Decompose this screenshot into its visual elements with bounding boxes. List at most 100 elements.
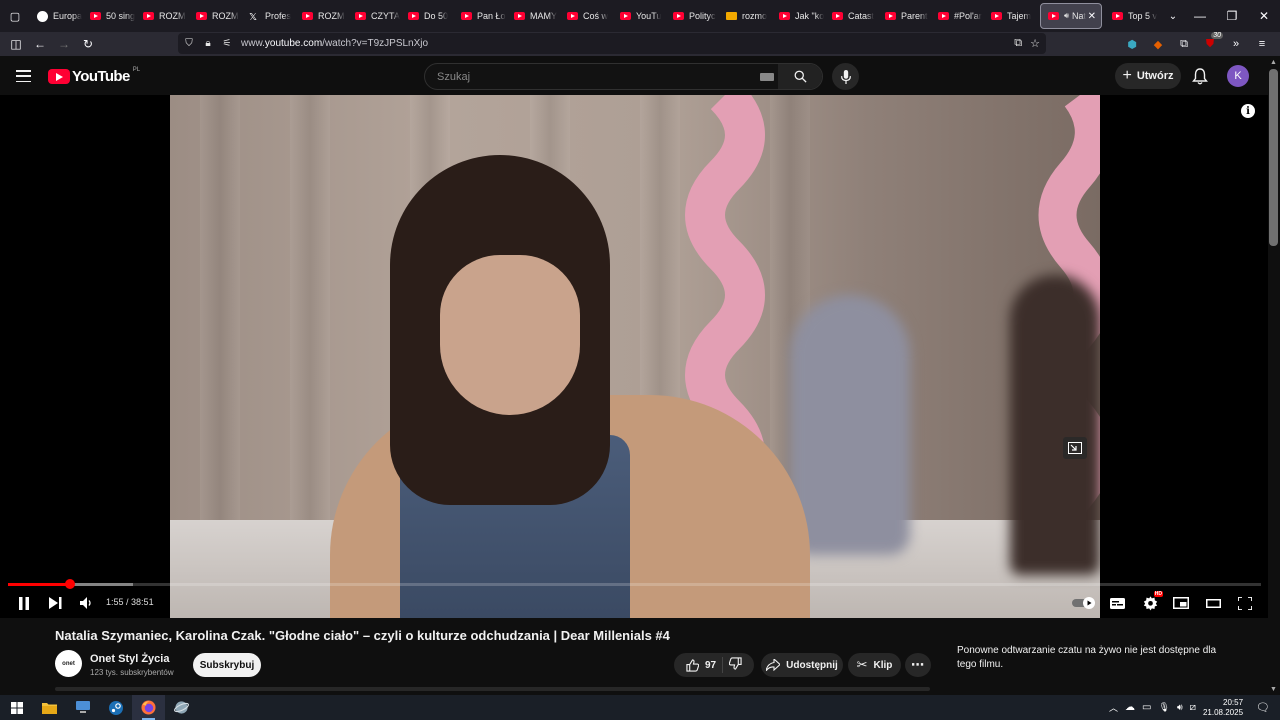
firefox-icon[interactable] <box>132 695 165 720</box>
url-bar[interactable]: ⛉ 🔒︎ ⚟ www.youtube.com/watch?v=T9zJPSLnX… <box>178 33 1046 54</box>
remote-desktop-monitor-icon[interactable] <box>66 695 99 720</box>
like-button[interactable]: 97 <box>686 658 716 672</box>
ublock-icon[interactable]: ⛊ 30 <box>1202 32 1223 52</box>
progress-bar[interactable] <box>8 579 1261 589</box>
speaker-volume-icon[interactable]: 🔊︎ <box>1177 702 1183 713</box>
tray-overflow-chevron-icon[interactable]: ︿ <box>1109 701 1118 714</box>
browser-tab[interactable]: ROZM <box>189 3 242 29</box>
browser-tab[interactable]: rozmo <box>719 3 772 29</box>
notifications-bell-icon[interactable] <box>1192 68 1208 90</box>
scrubber-knob[interactable] <box>64 579 75 589</box>
video-frame[interactable] <box>170 95 1100 618</box>
close-tab-icon[interactable]: ✕ <box>1088 11 1096 22</box>
search-input[interactable] <box>437 70 757 83</box>
browser-tab[interactable]: 𝕏 Profes <box>242 3 295 29</box>
scrollbar-thumb[interactable] <box>1269 69 1278 246</box>
url-text[interactable]: www.youtube.com/watch?v=T9zJPSLnXjo <box>241 38 428 49</box>
picture-in-picture-icon[interactable]: ⧉ <box>1014 37 1022 50</box>
fullscreen-button[interactable] <box>1235 590 1255 616</box>
speaker-face <box>440 255 580 415</box>
description-box-edge[interactable] <box>55 687 930 691</box>
app-menu-icon[interactable]: ≡ <box>1254 36 1270 52</box>
shield-icon[interactable]: ⛉ <box>181 38 197 49</box>
extra-app-icon[interactable] <box>165 695 198 720</box>
minimize-icon[interactable]: — <box>1184 0 1216 32</box>
guide-menu-icon[interactable] <box>16 70 31 82</box>
theater-icon <box>1205 598 1221 608</box>
browser-tab[interactable]: YouTu <box>613 3 666 29</box>
fox-extension-icon[interactable]: ◆ <box>1150 36 1166 52</box>
microphone-tray-icon[interactable]: 🎙︎ <box>1159 702 1170 713</box>
connect-display-icon[interactable]: ⧄ <box>1190 702 1196 713</box>
steam-icon[interactable] <box>99 695 132 720</box>
browser-tab[interactable]: Parent <box>878 3 931 29</box>
browser-tab[interactable]: Europa <box>30 3 83 29</box>
browser-tab[interactable]: #Pol'ar <box>931 3 984 29</box>
browser-tab[interactable]: Pan Ło <box>454 3 507 29</box>
miniplayer-expand-icon[interactable] <box>1063 437 1087 459</box>
browser-tab[interactable]: ROZM <box>136 3 189 29</box>
browser-tab[interactable]: 50 sing <box>83 3 136 29</box>
bookmark-star-icon[interactable]: ☆ <box>1030 37 1040 50</box>
page-scrollbar[interactable]: ▲ ▼ <box>1268 57 1280 695</box>
tab-audio-playing-icon[interactable]: 🔊︎ <box>1064 11 1069 21</box>
scroll-up-arrow-icon[interactable]: ▲ <box>1270 59 1277 66</box>
youtube-favicon-icon <box>514 12 525 20</box>
permissions-icon[interactable]: ⚟ <box>219 38 235 49</box>
account-avatar[interactable]: K <box>1227 65 1249 87</box>
browser-tab[interactable]: Catast <box>825 3 878 29</box>
subscribe-button[interactable]: Subskrybuj <box>193 653 261 677</box>
channel-avatar[interactable]: onet <box>55 650 82 677</box>
channel-name[interactable]: Onet Styl Życia <box>90 653 169 665</box>
tab-label: rozmo <box>742 11 768 21</box>
onedrive-cloud-icon[interactable]: ☁ <box>1125 702 1135 713</box>
create-button[interactable]: + Utwórz <box>1115 63 1181 89</box>
taskbar-clock[interactable]: 20:57 21.08.2025 <box>1203 698 1243 718</box>
lock-icon[interactable]: 🔒︎ <box>200 38 216 49</box>
browser-tab[interactable]: MAMY <box>507 3 560 29</box>
network-icon[interactable]: ▭ <box>1142 702 1151 713</box>
browser-tab[interactable]: Polityc <box>666 3 719 29</box>
share-button[interactable]: Udostępnij <box>761 653 843 677</box>
settings-button[interactable]: HD <box>1139 590 1163 616</box>
browser-tab[interactable]: Do 50 <box>401 3 454 29</box>
restore-icon[interactable]: ❐ <box>1216 0 1248 32</box>
file-explorer-folder-icon[interactable] <box>33 695 66 720</box>
info-icon[interactable]: i <box>1241 104 1255 118</box>
forward-arrow-icon[interactable]: → <box>52 32 76 56</box>
vpn-extension-icon[interactable]: ⬢ <box>1124 36 1140 52</box>
browser-tab[interactable]: Top 5 v <box>1105 3 1158 29</box>
video-player[interactable]: i <box>0 95 1268 618</box>
keyboard-icon[interactable] <box>760 73 774 81</box>
browser-tab[interactable]: Tajem <box>984 3 1037 29</box>
back-arrow-icon[interactable]: ← <box>28 32 52 56</box>
next-button[interactable] <box>45 590 65 616</box>
browser-tab[interactable]: CZYTA <box>348 3 401 29</box>
scroll-down-arrow-icon[interactable]: ▼ <box>1270 686 1277 693</box>
subtitles-button[interactable] <box>1107 590 1127 616</box>
browser-tab[interactable]: ROZM <box>295 3 348 29</box>
autoplay-toggle[interactable] <box>1071 590 1097 616</box>
overflow-chevron-icon[interactable]: » <box>1228 36 1244 52</box>
extensions-puzzle-icon[interactable]: ⧉ <box>1176 36 1192 52</box>
dislike-button[interactable] <box>728 657 742 673</box>
browser-tab[interactable]: Coś w <box>560 3 613 29</box>
theater-mode-button[interactable] <box>1203 590 1223 616</box>
clip-button[interactable]: ✂ Klip <box>848 653 901 677</box>
miniplayer-button[interactable] <box>1171 590 1191 616</box>
close-window-icon[interactable]: ✕ <box>1248 0 1280 32</box>
sidebar-toggle-icon[interactable]: ◫ <box>4 32 28 56</box>
system-tray: ︿ ☁ ▭ 🎙︎ 🔊︎ ⧄ 20:57 21.08.2025 🗨︎ <box>1109 695 1280 720</box>
tab-active[interactable]: 🔊︎ Nat ✕ <box>1040 3 1102 29</box>
notifications-chat-icon[interactable]: 🗨︎ <box>1256 701 1270 714</box>
more-actions-button[interactable]: ⋯ <box>905 653 931 677</box>
voice-search-button[interactable] <box>832 63 859 90</box>
tab-list-icon[interactable]: ▢ <box>0 10 30 23</box>
pause-button[interactable] <box>14 590 34 616</box>
youtube-logo[interactable]: YouTube PL <box>48 67 140 85</box>
search-button[interactable] <box>778 64 822 89</box>
reload-icon[interactable]: ↻ <box>76 32 100 56</box>
mute-button[interactable] <box>76 590 96 616</box>
browser-tab[interactable]: Jak "ko <box>772 3 825 29</box>
start-windows-icon[interactable] <box>0 695 33 720</box>
